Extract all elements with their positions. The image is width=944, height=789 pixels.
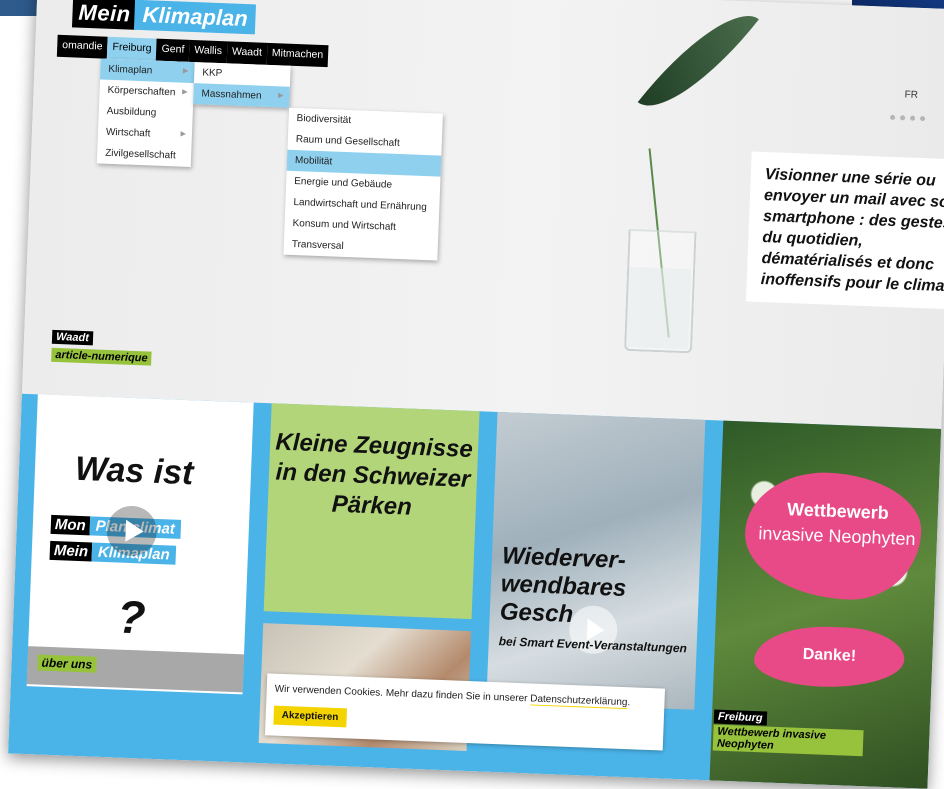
nav-item-romandie[interactable]: omandie — [56, 34, 108, 59]
label-mein: Mein — [49, 540, 93, 561]
glass-image — [623, 228, 697, 354]
slider-dots — [890, 114, 926, 122]
chevron-right-icon: ▶ — [277, 92, 284, 100]
nav-item-wallis[interactable]: Wallis — [188, 39, 228, 64]
tag-canton: Freiburg — [713, 709, 767, 726]
card-neophyten-tag[interactable]: Freiburg Wettbewerb invasive Neophyten — [712, 707, 865, 758]
tag-title: Wettbewerb invasive Neophyten — [712, 724, 864, 757]
accept-cookies-button[interactable]: Akzeptieren — [273, 705, 347, 728]
card-reusable[interactable]: Wiederver-wendbares Gesch bei Smart Even… — [486, 411, 706, 710]
menu-item-massnahmen[interactable]: Massnahmen ▶ — [193, 83, 290, 108]
privacy-link[interactable]: Datenschutzerklärung — [529, 693, 628, 710]
menu-item-label: Klimaplan — [108, 63, 153, 77]
menu-item-label: KKP — [202, 67, 223, 80]
site-logo[interactable]: Mein Klimaplan — [71, 0, 257, 35]
dropdown-level1: Klimaplan ▶ Körperschaften ▶ Ausbildung Wi… — [96, 58, 195, 168]
dropdown-level2: KKP Massnahmen ▶ — [193, 62, 291, 108]
menu-item-label: Zivilgesellschaft — [104, 147, 176, 162]
card-about-question: ? — [116, 590, 147, 644]
nav-item-waadt[interactable]: Waadt — [226, 41, 268, 65]
card-parks[interactable]: Kleine Zeugnisse in den Schweizer Pärken — [263, 403, 480, 620]
chevron-right-icon: ▶ — [180, 130, 187, 138]
slider-dot[interactable] — [900, 115, 906, 121]
screenshot-stage: Mein Klimaplan omandie Freiburg Genf Wall… — [0, 0, 944, 789]
menu-item-label: Körperschaften — [107, 84, 176, 99]
about-link[interactable]: über uns — [37, 654, 97, 673]
tag-article: article-numerique — [51, 347, 152, 366]
menu-item-label: Ausbildung — [106, 105, 157, 119]
nav-item-mitmachen[interactable]: Mitmachen — [266, 42, 329, 68]
hero-quote-box: Visionner une série ou envoyer un mail a… — [745, 151, 944, 311]
chevron-right-icon: ▶ — [182, 67, 189, 75]
menu-item-label: Massnahmen — [201, 88, 262, 102]
logo-mein: Mein — [71, 0, 138, 30]
cookie-text: Wir verwenden Cookies. Mehr dazu finden … — [274, 683, 631, 710]
nav-item-freiburg[interactable]: Freiburg — [107, 36, 157, 61]
menu-item-zivilgesellschaft[interactable]: Zivilgesellschaft — [97, 142, 192, 167]
label-mon: Mon — [50, 514, 91, 535]
chevron-right-icon: ▶ — [182, 88, 188, 96]
slider-dot[interactable] — [890, 114, 896, 121]
cookie-message: Wir verwenden Cookies. Mehr dazu finden … — [274, 683, 528, 705]
language-switch[interactable]: FR — [904, 89, 918, 101]
nav-item-genf[interactable]: Genf — [156, 38, 190, 62]
tag-canton: Waadt — [51, 329, 94, 346]
menu-item-label: Wirtschaft — [105, 126, 151, 140]
hero-quote: Visionner une série ou envoyer un mail a… — [760, 166, 944, 296]
leaf-image — [637, 0, 759, 130]
website-screenshot: Mein Klimaplan omandie Freiburg Genf Wall… — [8, 0, 944, 789]
card-about-title: Was ist — [74, 449, 195, 493]
dropdown-level3: Biodiversität Raum und Gesellschaft Mobi… — [283, 107, 443, 261]
logo-klimaplan: Klimaplan — [134, 0, 257, 35]
slider-dot[interactable] — [910, 115, 916, 121]
hero-tag[interactable]: Waadt article-numerique — [51, 327, 153, 367]
card-parks-title: Kleine Zeugnisse in den Schweizer Pärken — [274, 428, 474, 521]
slider-dot[interactable] — [920, 115, 926, 122]
